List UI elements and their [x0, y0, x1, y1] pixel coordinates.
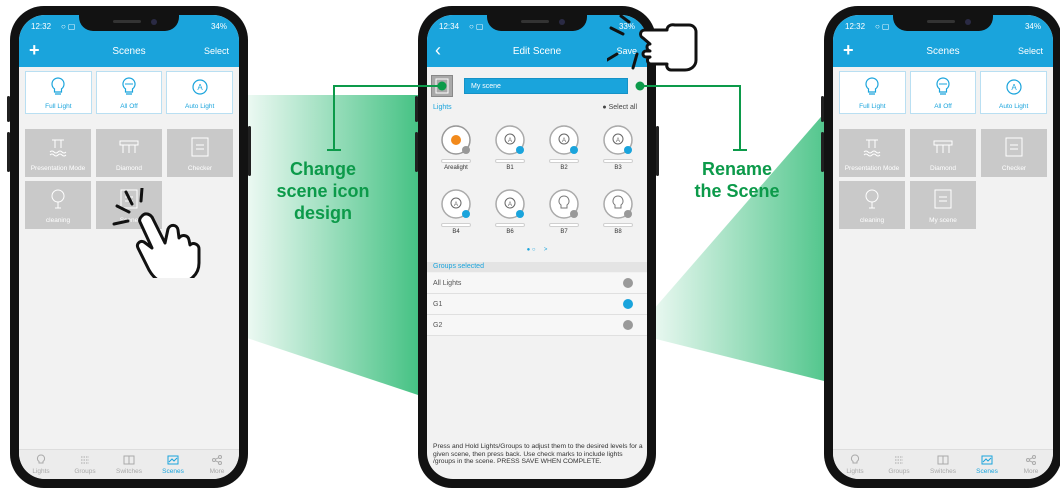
annotation-change-icon: Change scene icon design	[276, 159, 370, 223]
tap-hand-icon	[607, 14, 698, 72]
connector-dot	[437, 81, 447, 91]
annotation-rename-scene: Rename the Scene	[694, 159, 780, 201]
tap-hand-icon	[112, 188, 201, 278]
